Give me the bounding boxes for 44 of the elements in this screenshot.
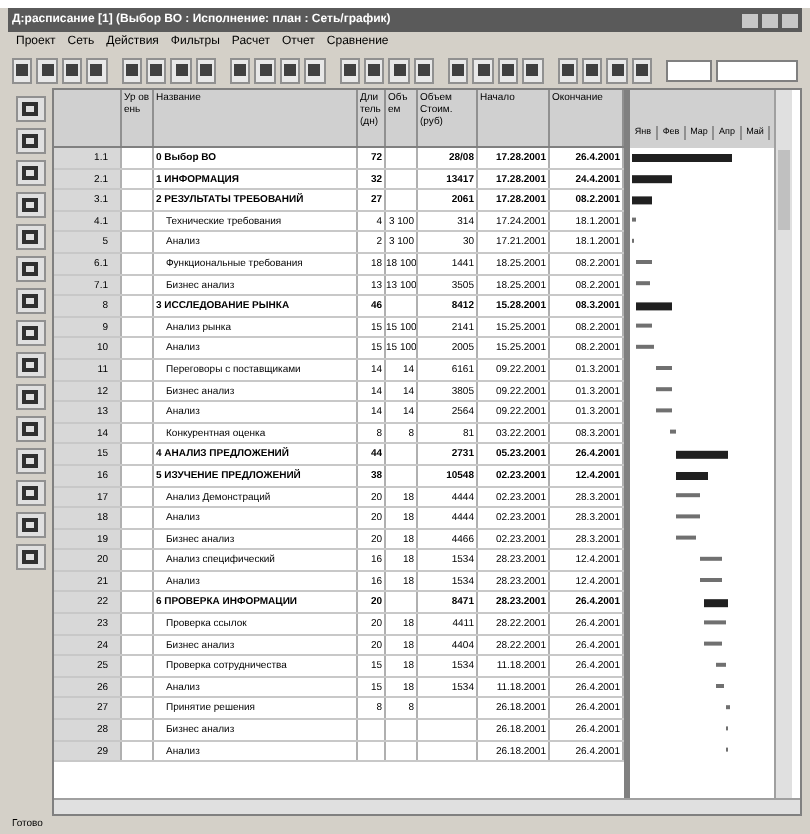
toolbar-icon[interactable]	[388, 57, 410, 83]
toolbar-icon[interactable]	[472, 57, 494, 83]
tool-icon[interactable]	[15, 544, 45, 570]
toolbar-icon[interactable]	[304, 57, 326, 83]
toolbar-icon[interactable]	[448, 57, 469, 83]
toolbar-icon[interactable]	[12, 57, 33, 83]
tool-icon[interactable]	[15, 384, 45, 410]
toolbar-icon[interactable]	[581, 57, 603, 83]
tool-icon[interactable]	[15, 160, 45, 186]
tool-icon[interactable]	[15, 288, 45, 314]
dropdown-field[interactable]	[666, 59, 712, 81]
toolbar-icon[interactable]	[230, 57, 251, 83]
toolbar-icon[interactable]	[61, 57, 83, 83]
toolbar-icon[interactable]	[170, 57, 192, 83]
dropdown-field[interactable]	[715, 59, 798, 81]
toolbar-icon[interactable]	[497, 57, 519, 83]
tool-icon[interactable]	[15, 448, 45, 474]
toolbar-icon[interactable]	[36, 57, 58, 83]
tool-icon[interactable]	[15, 192, 45, 218]
toolbar-icon[interactable]	[631, 57, 653, 83]
toolbar-icon[interactable]	[363, 57, 385, 83]
tool-icon[interactable]	[15, 320, 45, 346]
minimize-button[interactable]	[742, 13, 758, 27]
toolbar-icon[interactable]	[557, 57, 578, 83]
tool-icon[interactable]	[15, 512, 45, 538]
tool-icon[interactable]	[15, 96, 45, 122]
maximize-button[interactable]	[762, 13, 778, 27]
tool-icon[interactable]	[15, 128, 45, 154]
toolbar-icon[interactable]	[413, 57, 435, 83]
tool-icon[interactable]	[15, 256, 45, 282]
tool-icon[interactable]	[15, 480, 45, 506]
toolbar-icon[interactable]	[339, 57, 360, 83]
toolbar-icon[interactable]	[606, 57, 628, 83]
toolbar-icon[interactable]	[86, 57, 108, 83]
tool-icon[interactable]	[15, 416, 45, 442]
tool-icon[interactable]	[15, 352, 45, 378]
tool-icon[interactable]	[15, 224, 45, 250]
toolbar-icon[interactable]	[121, 57, 142, 83]
toolbar-icon[interactable]	[279, 57, 301, 83]
close-button[interactable]	[782, 13, 798, 27]
toolbar-icon[interactable]	[254, 57, 276, 83]
toolbar-icon[interactable]	[522, 57, 544, 83]
toolbar-icon[interactable]	[195, 57, 217, 83]
toolbar-icon[interactable]	[145, 57, 167, 83]
